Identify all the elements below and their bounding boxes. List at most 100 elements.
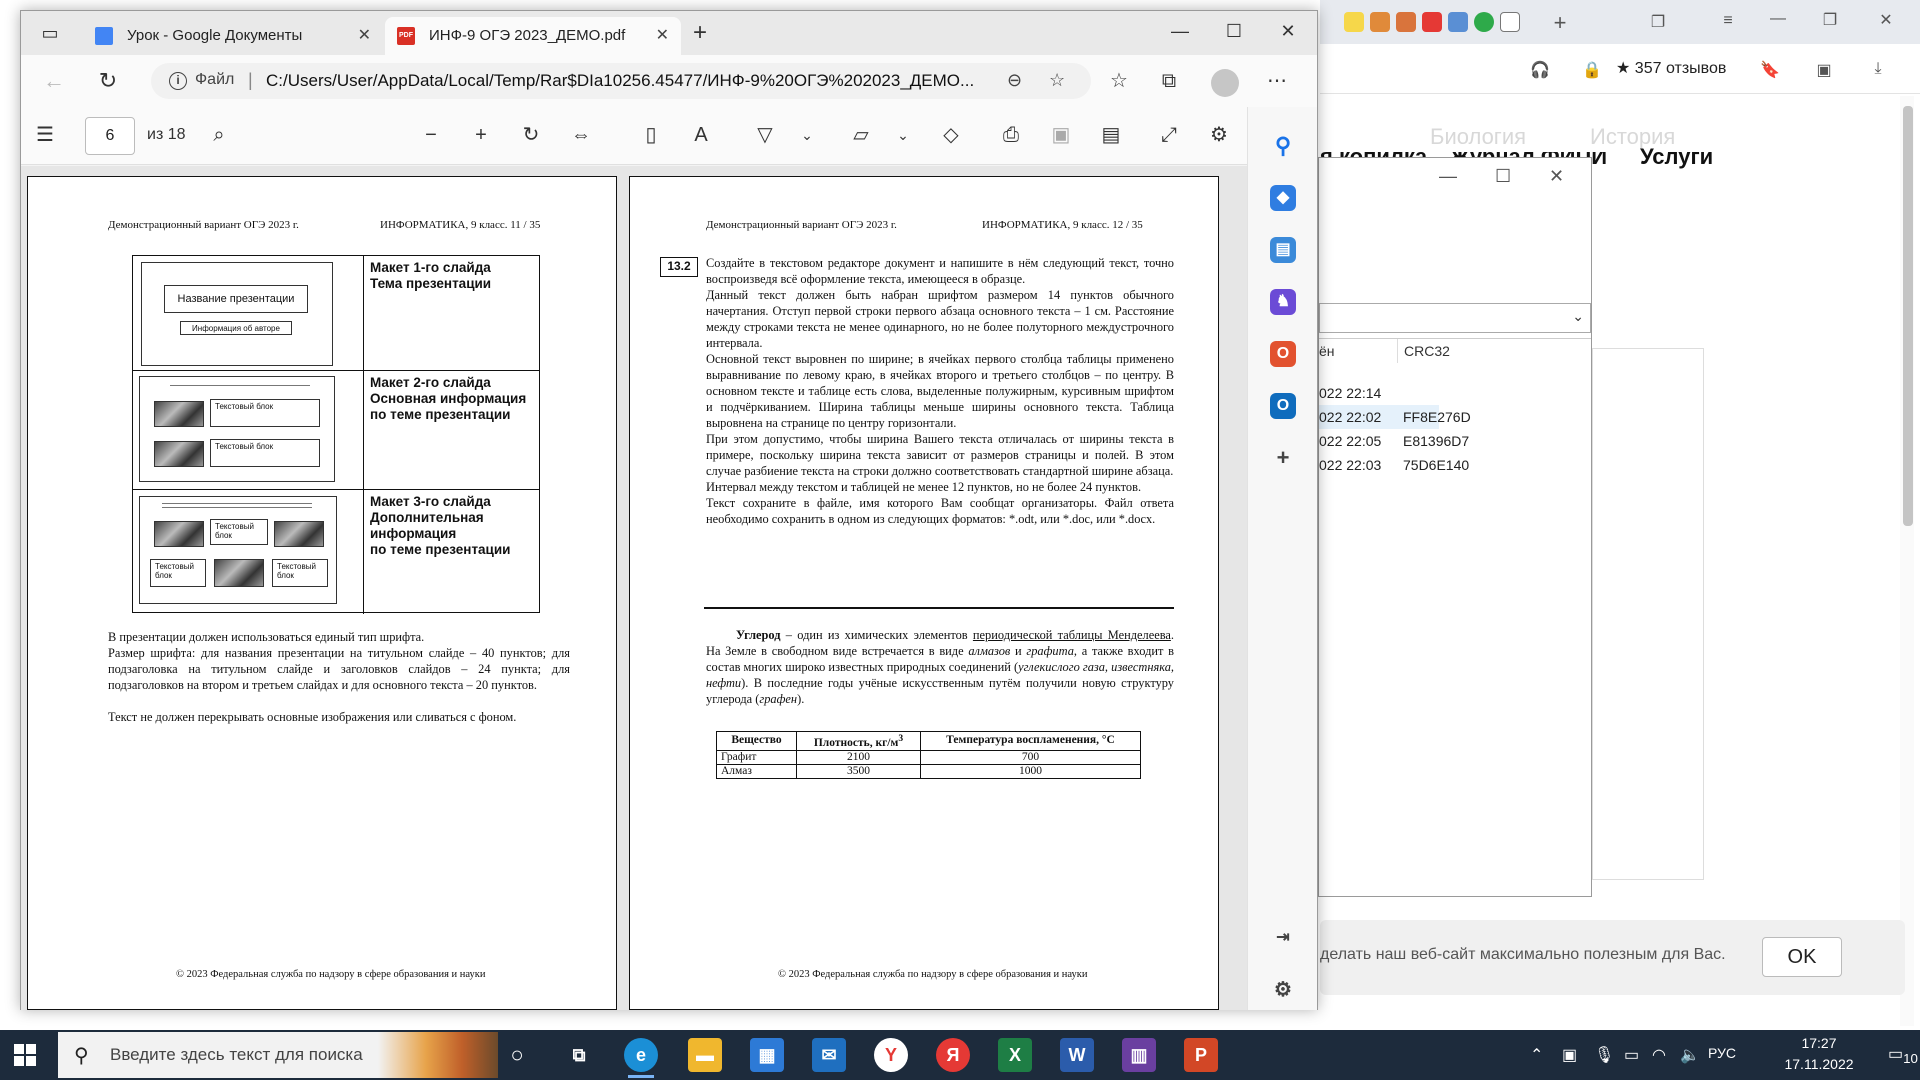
tab-favicon[interactable] bbox=[1370, 12, 1390, 32]
minimize-icon[interactable]: — bbox=[1165, 21, 1195, 45]
excel-icon[interactable]: X bbox=[998, 1038, 1032, 1072]
tab-actions-icon[interactable]: ▭ bbox=[35, 19, 65, 49]
search-icon[interactable]: ⌕ bbox=[205, 122, 233, 150]
close-tab-icon[interactable]: ✕ bbox=[656, 25, 669, 45]
close-icon[interactable]: ✕ bbox=[1876, 10, 1896, 30]
yandex-tab-icon[interactable] bbox=[1422, 12, 1442, 32]
mail-icon[interactable]: ✉ bbox=[812, 1038, 846, 1072]
menu-icon[interactable]: ≡ bbox=[1718, 12, 1738, 32]
list-item[interactable]: 022 22:03 75D6E140 bbox=[1319, 453, 1591, 477]
search-icon[interactable]: ⚲ bbox=[1270, 133, 1296, 159]
reviews-link[interactable]: ★ 357 отзывов bbox=[1616, 58, 1726, 78]
word-icon[interactable]: W bbox=[1060, 1038, 1094, 1072]
tab-favicon[interactable] bbox=[1344, 12, 1364, 32]
refresh-icon[interactable]: ↻ bbox=[93, 67, 123, 97]
check-tab-icon[interactable] bbox=[1474, 12, 1494, 32]
cookie-ok-button[interactable]: OK bbox=[1762, 937, 1842, 977]
taskbar-search-input[interactable]: ⚲ Введите здесь текст для поиска bbox=[58, 1032, 498, 1078]
list-item[interactable]: 022 22:05 E81396D7 bbox=[1319, 429, 1591, 453]
archive-path-dropdown[interactable]: ⌄ bbox=[1319, 303, 1591, 333]
headphones-icon[interactable]: 🎧 bbox=[1530, 60, 1550, 80]
list-item[interactable]: 022 22:02 FF8E276D bbox=[1319, 405, 1471, 429]
clock-time[interactable]: 17:27 bbox=[1774, 1035, 1864, 1051]
zoom-in-icon[interactable]: + bbox=[467, 122, 495, 150]
collections-icon[interactable]: ⧉ bbox=[1155, 68, 1183, 96]
cortana-icon[interactable]: ○ bbox=[500, 1038, 534, 1072]
windows-start-icon[interactable] bbox=[14, 1044, 36, 1066]
info-icon[interactable]: i bbox=[169, 72, 187, 90]
page-view-icon[interactable]: ▯ bbox=[637, 122, 665, 150]
download-icon[interactable]: ⤓ bbox=[1868, 60, 1888, 80]
pdf-viewport[interactable]: Демонстрационный вариант ОГЭ 2023 г. ИНФ… bbox=[21, 166, 1297, 1010]
chevron-down-icon[interactable]: ⌄ bbox=[793, 122, 821, 150]
new-tab-button[interactable]: + bbox=[685, 19, 715, 49]
battery-icon[interactable]: ▭ bbox=[1624, 1045, 1639, 1065]
nav-services[interactable]: Услуги bbox=[1640, 144, 1713, 170]
restore-icon[interactable]: ❐ bbox=[1820, 10, 1840, 30]
column-header-modified[interactable]: ён bbox=[1319, 339, 1335, 363]
chevron-up-icon[interactable]: ⌃ bbox=[1530, 1045, 1543, 1065]
document-tab-icon[interactable] bbox=[1500, 12, 1520, 32]
yandex-browser-icon[interactable]: Y bbox=[874, 1038, 908, 1072]
draw-icon[interactable]: ▽ bbox=[751, 122, 779, 150]
profile-avatar[interactable] bbox=[1211, 69, 1239, 97]
task-view-icon[interactable]: ⧉ bbox=[562, 1038, 596, 1072]
new-tab-icon[interactable]: + bbox=[1550, 10, 1570, 35]
tab-favicon[interactable] bbox=[1396, 12, 1416, 32]
games-icon[interactable]: ♞ bbox=[1270, 289, 1296, 315]
edge-taskbar-icon[interactable]: e bbox=[624, 1038, 658, 1078]
yandex-icon[interactable]: Я bbox=[936, 1038, 970, 1072]
contents-icon[interactable]: ☰ bbox=[31, 122, 59, 150]
add-favorite-icon[interactable]: ☆ bbox=[1049, 70, 1065, 91]
save-icon[interactable]: ▣ bbox=[1047, 122, 1075, 150]
back-icon[interactable]: ← bbox=[39, 67, 69, 97]
fullscreen-icon[interactable]: ⤢ bbox=[1155, 122, 1183, 150]
minimize-icon[interactable]: — bbox=[1768, 10, 1788, 30]
shopping-icon[interactable]: ◆ bbox=[1270, 185, 1296, 211]
wifi-icon[interactable]: ◠ bbox=[1652, 1045, 1666, 1065]
page-number-input[interactable]: 6 bbox=[85, 117, 135, 155]
fit-width-icon[interactable]: ⇔ bbox=[567, 122, 595, 150]
store-icon[interactable]: ▦ bbox=[750, 1038, 784, 1072]
zoom-out-icon[interactable]: − bbox=[417, 122, 445, 150]
tab-pdf[interactable]: PDF ИНФ-9 ОГЭ 2023_ДЕМО.pdf ✕ bbox=[385, 17, 681, 55]
clock-date[interactable]: 17.11.2022 bbox=[1774, 1056, 1864, 1072]
microphone-icon[interactable]: 🎙 bbox=[1594, 1045, 1614, 1065]
winrar-icon[interactable]: ▥ bbox=[1122, 1038, 1156, 1072]
office-icon[interactable]: O bbox=[1270, 341, 1296, 367]
more-icon[interactable]: ⋯ bbox=[1263, 68, 1291, 96]
tab-favicon[interactable] bbox=[1448, 12, 1468, 32]
chevron-down-icon[interactable]: ⌄ bbox=[889, 122, 917, 150]
zoom-icon[interactable]: ⊖ bbox=[1007, 70, 1022, 91]
maximize-icon[interactable]: ☐ bbox=[1219, 21, 1249, 45]
outlook-icon[interactable]: O bbox=[1270, 393, 1296, 419]
minimize-icon[interactable]: — bbox=[1439, 166, 1457, 187]
lock-icon[interactable]: 🔒 bbox=[1582, 60, 1602, 80]
page-scrollbar[interactable] bbox=[1900, 96, 1914, 1026]
tray-app-icon[interactable]: ▣ bbox=[1562, 1045, 1577, 1065]
collections-icon[interactable]: ▣ bbox=[1814, 60, 1834, 80]
eraser-icon[interactable]: ◇ bbox=[937, 122, 965, 150]
scrollbar-thumb[interactable] bbox=[1903, 106, 1913, 526]
close-tab-icon[interactable]: ✕ bbox=[358, 25, 371, 45]
save-as-icon[interactable]: ▤ bbox=[1097, 122, 1125, 150]
print-icon[interactable]: ⎙ bbox=[997, 122, 1025, 150]
settings-icon[interactable]: ⚙ bbox=[1270, 977, 1296, 1003]
keyboard-language[interactable]: РУС bbox=[1708, 1045, 1736, 1061]
add-icon[interactable]: + bbox=[1270, 445, 1296, 471]
bookmark-icon[interactable]: 🔖 bbox=[1760, 60, 1780, 80]
nav-biology[interactable]: Биология bbox=[1430, 124, 1526, 150]
address-url[interactable]: C:/Users/User/AppData/Local/Temp/Rar$DIa… bbox=[266, 71, 996, 91]
collections-icon[interactable]: ❐ bbox=[1648, 12, 1668, 32]
notifications-button[interactable]: ▭10 bbox=[1888, 1044, 1918, 1066]
tab-google-docs[interactable]: Урок - Google Документы ✕ bbox=[83, 17, 383, 55]
maximize-icon[interactable]: ☐ bbox=[1495, 166, 1511, 187]
file-explorer-icon[interactable]: ▬ bbox=[688, 1038, 722, 1072]
read-aloud-icon[interactable]: A bbox=[687, 122, 715, 150]
list-item[interactable]: 022 22:14 bbox=[1319, 381, 1591, 405]
tools-icon[interactable]: ▤ bbox=[1270, 237, 1296, 263]
close-icon[interactable]: ✕ bbox=[1549, 166, 1564, 187]
address-bar[interactable]: i Файл | C:/Users/User/AppData/Local/Tem… bbox=[151, 63, 1091, 99]
archive-file-list[interactable]: ён CRC32 022 22:14 022 22:02 FF8E276D 02… bbox=[1319, 338, 1591, 863]
settings-icon[interactable]: ⚙ bbox=[1205, 122, 1233, 150]
